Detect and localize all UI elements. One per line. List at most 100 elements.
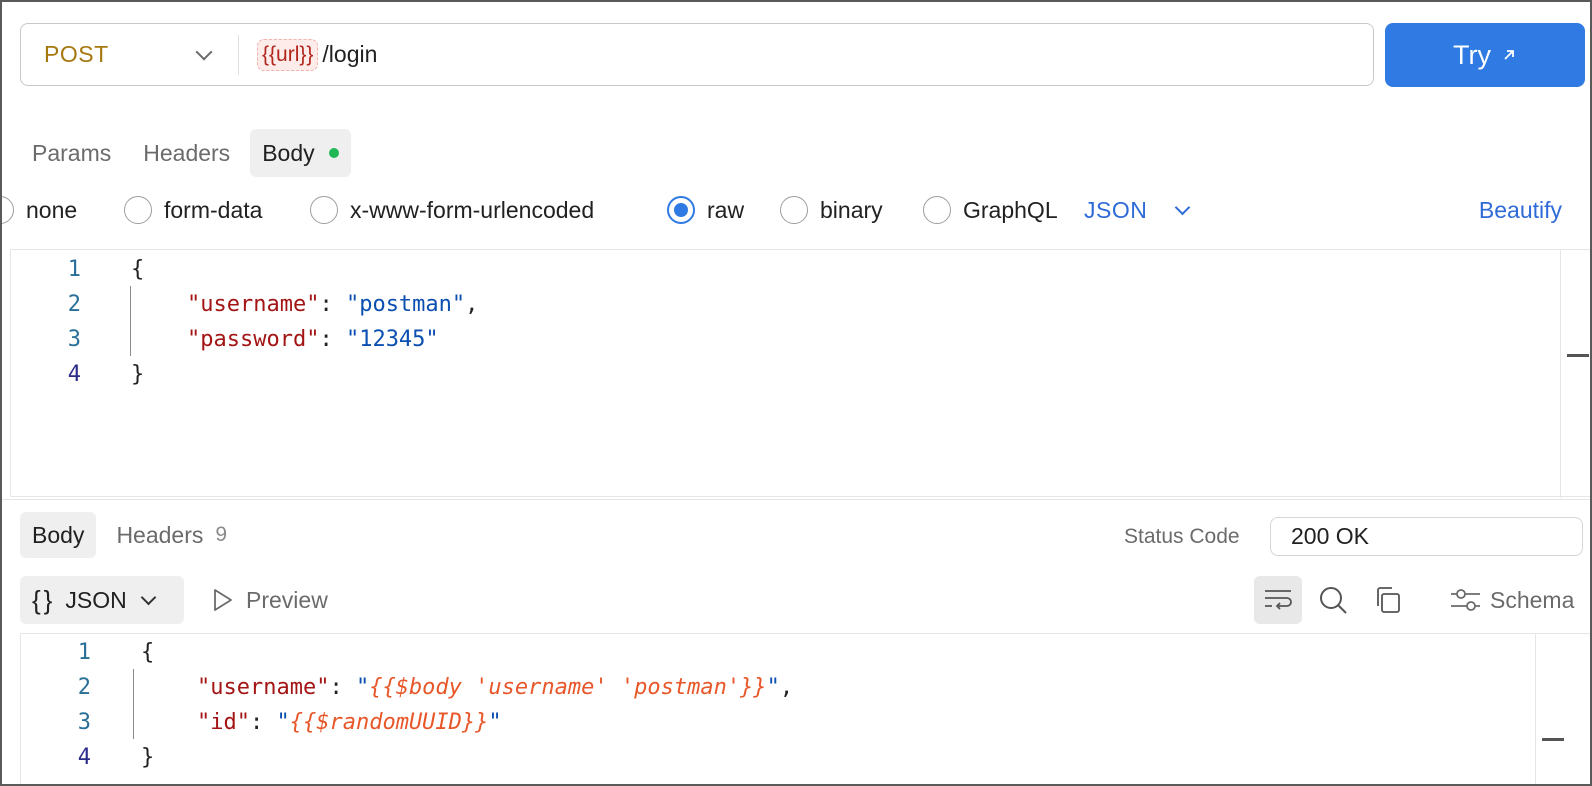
- radio-circle: [2, 196, 14, 224]
- code-line: 4}: [21, 739, 155, 775]
- code-text: }: [141, 744, 155, 770]
- code-line: 2 "username": "{{$body 'username' 'postma…: [21, 669, 793, 705]
- json-quote: ": [355, 674, 370, 700]
- copy-button[interactable]: [1364, 576, 1412, 624]
- preview-button[interactable]: Preview: [212, 576, 328, 624]
- headers-count-badge: 9: [215, 523, 228, 546]
- app-window: POST {{url}} /login Try Params Headers B…: [0, 0, 1592, 786]
- tab-label: Body: [32, 521, 85, 548]
- code-text: "username": "postman",: [81, 292, 478, 317]
- tab-headers[interactable]: Headers: [131, 129, 242, 177]
- tab-response-body[interactable]: Body: [20, 512, 97, 558]
- language-label: JSON: [1084, 196, 1148, 223]
- radio-binary[interactable]: binary: [780, 192, 883, 228]
- format-label: JSON: [65, 586, 127, 613]
- json-quote: ": [488, 709, 502, 735]
- tab-params[interactable]: Params: [20, 129, 123, 177]
- schema-button[interactable]: Schema: [1450, 576, 1574, 624]
- radio-raw[interactable]: raw: [667, 192, 744, 228]
- play-icon: [214, 589, 232, 611]
- radio-circle: [310, 196, 338, 224]
- search-button[interactable]: [1309, 576, 1357, 624]
- radio-form-data[interactable]: form-data: [124, 192, 262, 228]
- json-key: "username": [197, 674, 330, 700]
- tab-headers-label: Headers: [143, 139, 231, 166]
- radio-none[interactable]: none: [2, 192, 78, 228]
- status-code-field[interactable]: 200 OK: [1270, 517, 1583, 556]
- beautify-button[interactable]: Beautify: [1479, 192, 1562, 228]
- line-number: 1: [67, 256, 81, 282]
- json-trailing-comma: ,: [779, 674, 794, 700]
- code-line: 1{: [11, 251, 145, 287]
- language-select[interactable]: JSON: [1084, 192, 1191, 228]
- line-number: 4: [77, 744, 91, 770]
- line-number: 4: [67, 361, 81, 387]
- scrollbar-marker: [1567, 354, 1589, 357]
- url-bar: POST {{url}} /login: [20, 23, 1374, 86]
- json-separator: :: [319, 291, 346, 317]
- json-key: "username": [187, 291, 320, 317]
- radio-label: form-data: [164, 196, 263, 223]
- line-number: 3: [67, 326, 81, 352]
- radio-label: none: [26, 196, 78, 223]
- line-number: 1: [77, 639, 91, 665]
- try-button[interactable]: Try: [1385, 23, 1585, 87]
- radio-label: raw: [707, 196, 745, 223]
- copy-icon: [1377, 587, 1400, 613]
- code-line: 1{: [21, 634, 155, 670]
- wrap-lines-icon: [1265, 590, 1292, 610]
- json-separator: :: [329, 674, 356, 700]
- tab-label: Headers: [116, 521, 204, 548]
- method-select[interactable]: POST: [21, 34, 239, 75]
- json-string-value: "12345": [345, 326, 439, 352]
- code-line: 3 "id": "{{$randomUUID}}": [21, 704, 502, 740]
- json-key: "id": [197, 709, 250, 735]
- template-expression: {{$body 'username' 'postman'}}: [369, 674, 767, 700]
- json-key: "password": [187, 326, 320, 352]
- tab-body-label: Body: [262, 139, 315, 166]
- search-icon: [1320, 587, 1347, 614]
- tab-body[interactable]: Body: [250, 129, 351, 177]
- radio-x-www-form-urlencoded[interactable]: x-www-form-urlencoded: [310, 192, 594, 228]
- code-line: 4}: [11, 356, 145, 392]
- wrap-lines-button[interactable]: [1254, 576, 1302, 624]
- preview-label: Preview: [246, 586, 328, 613]
- template-expression: {{$randomUUID}}: [289, 709, 489, 735]
- radio-circle: [124, 196, 152, 224]
- radio-circle: [780, 196, 808, 224]
- tab-params-label: Params: [32, 139, 112, 166]
- code-line: 2 "username": "postman",: [11, 286, 479, 322]
- tab-response-headers[interactable]: Headers 9: [104, 512, 239, 558]
- code-text: {: [131, 256, 145, 282]
- chevron-down-icon: [1175, 199, 1191, 215]
- chevron-down-icon: [140, 589, 156, 605]
- chevron-down-icon: [195, 43, 213, 60]
- json-separator: :: [249, 709, 277, 735]
- line-number: 2: [77, 674, 91, 700]
- url-path-input[interactable]: /login: [322, 41, 377, 68]
- radio-circle-selected: [667, 196, 695, 224]
- radio-label: x-www-form-urlencoded: [350, 196, 595, 223]
- radio-circle: [923, 196, 951, 224]
- request-tabs: Params Headers Body: [20, 129, 351, 177]
- json-separator: :: [319, 326, 346, 352]
- radio-graphql[interactable]: GraphQL: [923, 192, 1058, 228]
- json-quote: ": [766, 674, 780, 700]
- status-code-label: Status Code: [1124, 525, 1240, 548]
- scrollbar-track[interactable]: [1535, 634, 1536, 784]
- braces-icon: {}: [32, 584, 56, 615]
- body-type-group: none form-data x-www-form-urlencoded raw…: [2, 192, 1590, 228]
- response-tabs: Body Headers 9: [20, 512, 239, 558]
- line-number: 3: [77, 709, 91, 735]
- radio-label: binary: [820, 196, 883, 223]
- format-select[interactable]: {} JSON: [20, 576, 184, 624]
- try-label: Try: [1453, 39, 1491, 70]
- code-text: "password": "12345": [81, 327, 439, 352]
- arrow-up-right-icon: [1504, 50, 1514, 60]
- url-variable-chip[interactable]: {{url}}: [257, 38, 319, 71]
- scrollbar-track[interactable]: [1560, 250, 1561, 498]
- request-body-editor[interactable]: 1{ 2 "username": "postman", 3 "password": …: [10, 249, 1590, 498]
- modified-indicator-dot: [328, 148, 339, 158]
- code-text: }: [131, 361, 145, 387]
- response-body-editor[interactable]: 1{ 2 "username": "{{$body 'username' 'pos…: [20, 633, 1590, 784]
